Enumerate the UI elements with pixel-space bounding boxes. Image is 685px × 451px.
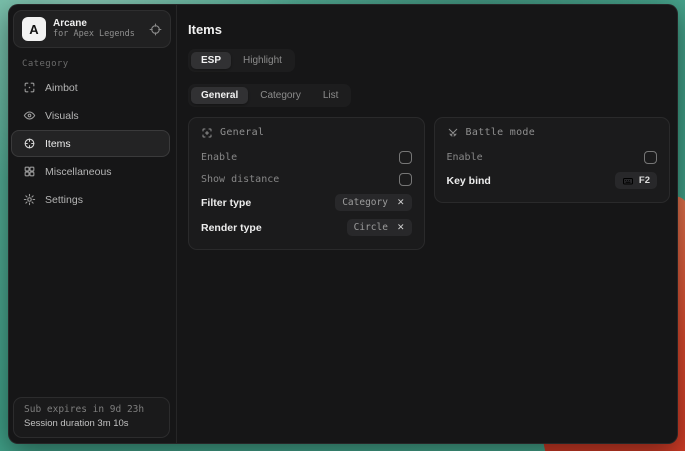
brand-logo: A	[22, 17, 46, 41]
battle-mode-panel: Battle mode Enable Key bind	[434, 117, 671, 203]
sidebar-item-label: Miscellaneous	[45, 166, 112, 178]
brand-text: Arcane for Apex Legends	[53, 18, 135, 39]
gear-icon	[23, 193, 36, 206]
general-panel-header: General	[201, 126, 412, 139]
sidebar-item-visuals[interactable]: Visuals	[11, 102, 170, 129]
session-duration-text: Session duration 3m 10s	[24, 417, 159, 431]
panel-title: Battle mode	[466, 127, 536, 138]
setting-label: Enable	[201, 152, 237, 163]
sidebar-item-label: Aimbot	[45, 82, 78, 94]
setting-label: Show distance	[201, 174, 279, 185]
setting-label: Enable	[447, 152, 483, 163]
grid-icon	[23, 165, 36, 178]
swords-icon	[447, 127, 459, 139]
setting-row-key-bind: Key bind F2	[447, 168, 658, 193]
filter-type-select[interactable]: Category ✕	[335, 194, 411, 211]
general-panel: General Enable Show distance Filter type…	[188, 117, 425, 250]
sub-expires-text: Sub expires in 9d 23h	[24, 403, 159, 417]
page-title: Items	[188, 22, 222, 37]
enable-checkbox[interactable]	[399, 151, 412, 164]
subscription-info-card: Sub expires in 9d 23h Session duration 3…	[13, 397, 170, 438]
tab-general[interactable]: General	[191, 87, 248, 104]
sidebar-item-label: Items	[45, 138, 71, 150]
key-bind-button[interactable]: F2	[615, 172, 657, 189]
setting-row-enable: Enable	[201, 146, 412, 168]
tab-esp[interactable]: ESP	[191, 52, 231, 69]
sidebar-nav: Aimbot Visuals Items	[11, 74, 170, 214]
aimbot-crosshair-icon	[23, 81, 36, 94]
setting-label: Filter type	[201, 197, 251, 209]
show-distance-checkbox[interactable]	[399, 173, 412, 186]
sidebar-item-label: Visuals	[45, 110, 79, 122]
setting-label: Render type	[201, 222, 262, 234]
sidebar-item-items[interactable]: Items	[11, 130, 170, 157]
tab-list[interactable]: List	[313, 87, 349, 104]
tab-highlight[interactable]: Highlight	[233, 52, 292, 69]
panel-title: General	[220, 127, 264, 138]
battle-mode-panel-header: Battle mode	[447, 126, 658, 139]
mode-tab-group: ESP Highlight	[188, 49, 295, 72]
close-icon[interactable]: ✕	[397, 222, 405, 233]
keyboard-icon	[622, 175, 634, 187]
sidebar-item-settings[interactable]: Settings	[11, 186, 170, 213]
panels-row: General Enable Show distance Filter type…	[188, 117, 670, 250]
sidebar-section-label: Category	[22, 59, 69, 69]
key-bind-value: F2	[639, 175, 650, 186]
tab-category[interactable]: Category	[250, 87, 311, 104]
brand-card: A Arcane for Apex Legends	[13, 10, 171, 48]
setting-label: Key bind	[447, 175, 491, 187]
eye-icon	[23, 109, 36, 122]
render-type-select[interactable]: Circle ✕	[347, 219, 412, 236]
setting-row-render-type: Render type Circle ✕	[201, 215, 412, 240]
setting-row-enable: Enable	[447, 146, 658, 168]
close-icon[interactable]: ✕	[397, 197, 405, 208]
sidebar: A Arcane for Apex Legends Category	[9, 5, 177, 443]
target-icon[interactable]	[149, 23, 162, 36]
setting-row-show-distance: Show distance	[201, 168, 412, 190]
filter-type-value: Category	[342, 197, 388, 208]
scan-icon	[201, 127, 213, 139]
sidebar-item-label: Settings	[45, 194, 83, 206]
sidebar-item-miscellaneous[interactable]: Miscellaneous	[11, 158, 170, 185]
view-tab-group: General Category List	[188, 84, 351, 107]
render-type-value: Circle	[354, 222, 388, 233]
circle-crosshair-icon	[23, 137, 36, 150]
arcane-overlay-window: A Arcane for Apex Legends Category	[8, 4, 678, 444]
battle-enable-checkbox[interactable]	[644, 151, 657, 164]
setting-row-filter-type: Filter type Category ✕	[201, 190, 412, 215]
brand-subtitle: for Apex Legends	[53, 30, 135, 40]
main-content: Items ESP Highlight General Category Lis…	[178, 5, 677, 443]
sidebar-item-aimbot[interactable]: Aimbot	[11, 74, 170, 101]
